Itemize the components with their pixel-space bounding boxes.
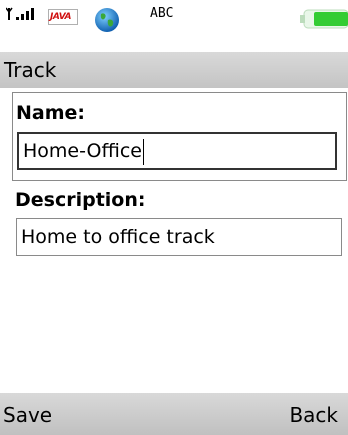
battery-icon: [300, 9, 348, 29]
input-mode-indicator: ABC: [150, 6, 174, 21]
description-field[interactable]: Home to office track: [16, 218, 342, 256]
status-bar: JAVA ABC: [0, 0, 348, 52]
name-label: Name:: [16, 102, 86, 124]
globe-icon: [95, 8, 119, 32]
softkey-bar: Save Back: [0, 393, 348, 435]
java-badge-text: JAVA: [50, 12, 72, 22]
java-icon: JAVA: [48, 9, 78, 25]
text-cursor: [142, 138, 144, 165]
name-field-group: Name: Home-Office: [12, 92, 347, 181]
signal-strength-icon: [6, 7, 34, 20]
page-title: Track: [4, 58, 57, 82]
description-field-value: Home to office track: [21, 226, 215, 248]
save-softkey[interactable]: Save: [3, 402, 52, 428]
track-form: Name: Home-Office Description: Home to o…: [12, 92, 348, 392]
description-label: Description:: [15, 189, 146, 211]
name-field[interactable]: Home-Office: [17, 132, 337, 170]
name-field-value: Home-Office: [23, 140, 142, 162]
title-bar: Track: [0, 52, 348, 88]
back-softkey[interactable]: Back: [289, 402, 338, 428]
